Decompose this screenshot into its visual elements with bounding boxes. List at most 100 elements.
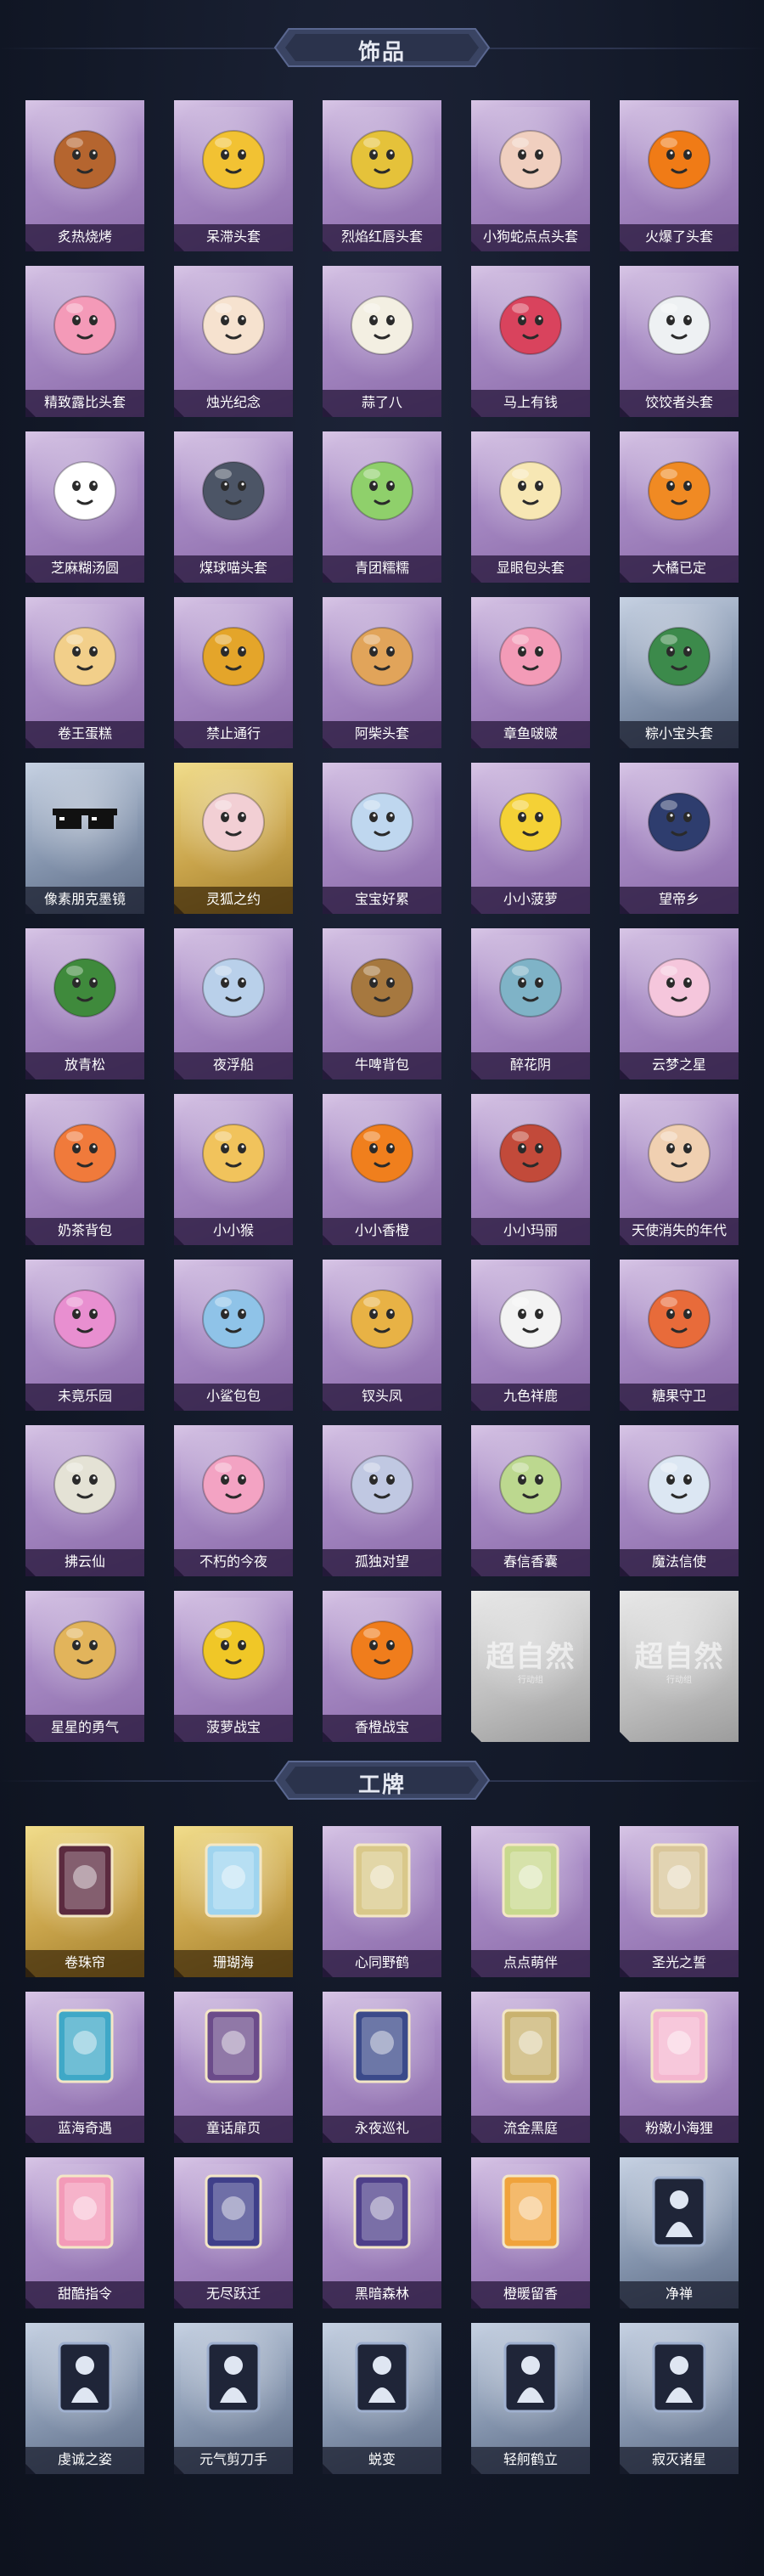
gold-court-card-icon: [492, 2007, 570, 2085]
shiba-head-icon: [343, 612, 421, 691]
dazed-face-head-icon: [194, 116, 272, 194]
accessory-card[interactable]: 显眼包头套: [471, 431, 590, 583]
accessory-card[interactable]: 醉花阴: [471, 928, 590, 1079]
badge-card[interactable]: 甜酷指令: [25, 2157, 144, 2308]
card-label: 糖果守卫: [651, 1388, 706, 1404]
card-label: 星星的勇气: [50, 1719, 119, 1735]
badge-card[interactable]: 寂灭诸星: [620, 2323, 739, 2474]
card-label: 拂云仙: [64, 1553, 105, 1570]
badge-card[interactable]: 点点萌伴: [471, 1826, 590, 1977]
lady-figure-icon: [640, 778, 718, 856]
badge-card[interactable]: 蜕变: [323, 2323, 441, 2474]
accessory-card[interactable]: 奶茶背包: [25, 1094, 144, 1245]
badge-card[interactable]: 橙暖留香: [471, 2157, 590, 2308]
accessory-card[interactable]: 超自然 行动组: [620, 1591, 739, 1742]
field-card-icon: [492, 1841, 570, 1919]
accessory-card[interactable]: 小狗蛇点点头套: [471, 100, 590, 251]
accessory-card[interactable]: 烈焰红唇头套: [323, 100, 441, 251]
accessory-card[interactable]: 小小香橙: [323, 1094, 441, 1245]
accessories-section-header: 饰品: [0, 25, 764, 70]
card-label: 小鲨包包: [205, 1388, 261, 1404]
card-label: 牛啤背包: [354, 1057, 409, 1073]
accessory-card[interactable]: 小小菠萝: [471, 763, 590, 914]
accessory-card[interactable]: 星星的勇气: [25, 1591, 144, 1742]
accessory-card[interactable]: 拂云仙: [25, 1425, 144, 1576]
accessory-card[interactable]: 菠萝战宝: [174, 1591, 293, 1742]
badge-card[interactable]: 蓝海奇遇: [25, 1992, 144, 2143]
accessory-card[interactable]: 牛啤背包: [323, 928, 441, 1079]
accessory-card[interactable]: 大橘已定: [620, 431, 739, 583]
accessory-card[interactable]: 马上有钱: [471, 266, 590, 417]
badge-card[interactable]: 净禅: [620, 2157, 739, 2308]
silhouette-card-icon: [343, 2338, 421, 2416]
accessory-card[interactable]: 粽小宝头套: [620, 597, 739, 748]
accessory-card[interactable]: 小鲨包包: [174, 1260, 293, 1411]
accessory-card[interactable]: 放青松: [25, 928, 144, 1079]
badge-card[interactable]: 元气剪刀手: [174, 2323, 293, 2474]
accessory-card[interactable]: 饺饺者头套: [620, 266, 739, 417]
accessory-card[interactable]: 望帝乡: [620, 763, 739, 914]
card-label: 珊瑚海: [212, 1954, 254, 1970]
accessory-card[interactable]: 春信香囊: [471, 1425, 590, 1576]
bun-head-icon: [492, 447, 570, 525]
accessory-card[interactable]: 煤球喵头套: [174, 431, 293, 583]
accessory-card[interactable]: 章鱼啵啵: [471, 597, 590, 748]
badge-card[interactable]: 圣光之誓: [620, 1826, 739, 1977]
card-label: 不朽的今夜: [199, 1553, 267, 1570]
accessory-card[interactable]: 天使消失的年代: [620, 1094, 739, 1245]
silhouette-card-icon: [640, 2338, 718, 2416]
accessory-card[interactable]: 小小猴: [174, 1094, 293, 1245]
badge-card[interactable]: 心同野鹤: [323, 1826, 441, 1977]
accessory-card[interactable]: 火爆了头套: [620, 100, 739, 251]
phoenix-crown-icon: [343, 1275, 421, 1353]
badge-card[interactable]: 无尽跃迁: [174, 2157, 293, 2308]
accessory-card[interactable]: 精致露比头套: [25, 266, 144, 417]
card-label: 饺饺者头套: [644, 394, 713, 410]
card-label: 小小菠萝: [503, 891, 558, 907]
accessory-card[interactable]: 卷王蛋糕: [25, 597, 144, 748]
accessory-card[interactable]: 青团糯糯: [323, 431, 441, 583]
accessory-card[interactable]: 未竟乐园: [25, 1260, 144, 1411]
warp-card-icon: [194, 2173, 272, 2251]
badge-card[interactable]: 卷珠帘: [25, 1826, 144, 1977]
accessory-card[interactable]: 像素朋克墨镜: [25, 763, 144, 914]
accessory-card[interactable]: 不朽的今夜: [174, 1425, 293, 1576]
accessory-card[interactable]: 烛光纪念: [174, 266, 293, 417]
card-label: 寂灭诸星: [651, 2451, 706, 2467]
card-label: 小小香橙: [354, 1222, 409, 1238]
accessory-card[interactable]: 阿柴头套: [323, 597, 441, 748]
accessory-card[interactable]: 灵狐之约: [174, 763, 293, 914]
accessory-card[interactable]: 钗头凤: [323, 1260, 441, 1411]
card-label: 大橘已定: [651, 560, 706, 576]
accessory-card[interactable]: 魔法信使: [620, 1425, 739, 1576]
badge-card[interactable]: 流金黑庭: [471, 1992, 590, 2143]
accessory-card[interactable]: 宝宝好累: [323, 763, 441, 914]
badge-card[interactable]: 珊瑚海: [174, 1826, 293, 1977]
badge-card[interactable]: 永夜巡礼: [323, 1992, 441, 2143]
accessory-card[interactable]: 呆滞头套: [174, 100, 293, 251]
accessory-card[interactable]: 香橙战宝: [323, 1591, 441, 1742]
orange-warrior-icon: [343, 1109, 421, 1187]
accessory-card[interactable]: 禁止通行: [174, 597, 293, 748]
accessory-card[interactable]: 超自然 行动组: [471, 1591, 590, 1742]
beer-backpack-icon: [343, 944, 421, 1022]
accessory-card[interactable]: 夜浮船: [174, 928, 293, 1079]
lonely-charm-icon: [343, 1440, 421, 1519]
accessory-card[interactable]: 蒜了八: [323, 266, 441, 417]
badge-card[interactable]: 虔诚之姿: [25, 2323, 144, 2474]
accessory-card[interactable]: 小小玛丽: [471, 1094, 590, 1245]
accessory-card[interactable]: 炙热烧烤: [25, 100, 144, 251]
card-label: 心同野鹤: [354, 1954, 409, 1970]
card-label: 孤独对望: [354, 1553, 409, 1570]
accessory-card[interactable]: 芝麻糊汤圆: [25, 431, 144, 583]
accessory-card[interactable]: 云梦之星: [620, 928, 739, 1079]
badge-card[interactable]: 轻舸鹤立: [471, 2323, 590, 2474]
card-label: 钗头凤: [361, 1388, 402, 1404]
accessory-card[interactable]: 糖果守卫: [620, 1260, 739, 1411]
accessory-card[interactable]: 孤独对望: [323, 1425, 441, 1576]
badge-card[interactable]: 童话扉页: [174, 1992, 293, 2143]
accessory-card[interactable]: 九色祥鹿: [471, 1260, 590, 1411]
pink-girl-icon: [46, 1275, 124, 1353]
badge-card[interactable]: 粉嫩小海狸: [620, 1992, 739, 2143]
badge-card[interactable]: 黑暗森林: [323, 2157, 441, 2308]
